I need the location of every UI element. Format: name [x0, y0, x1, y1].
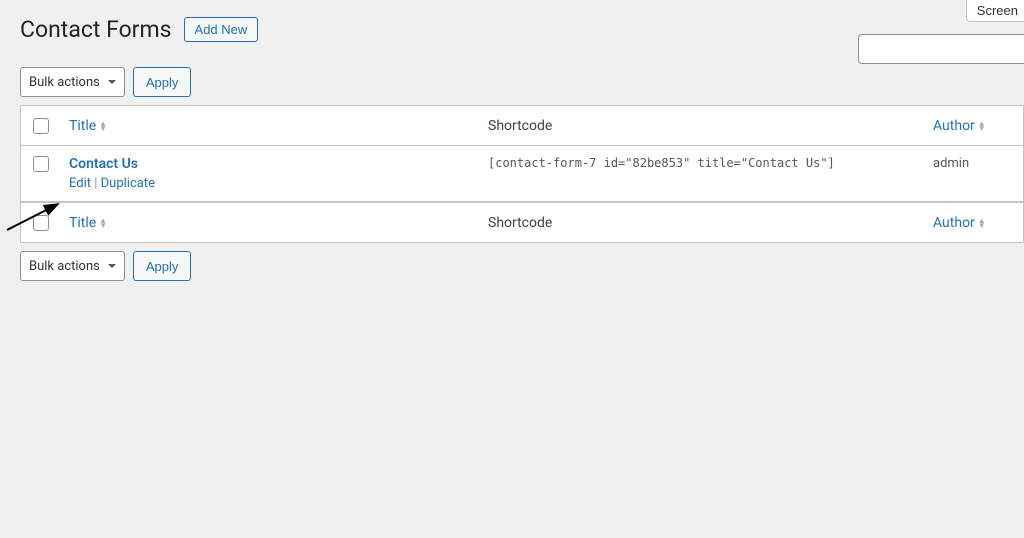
- edit-link[interactable]: Edit: [69, 176, 91, 191]
- forms-table: Title ▲▼ Shortcode Author ▲▼ Contact Us …: [20, 105, 1024, 243]
- column-title[interactable]: Title ▲▼: [69, 118, 488, 134]
- bulk-actions-select[interactable]: Bulk actions: [20, 67, 125, 97]
- column-author-label: Author: [933, 118, 975, 134]
- separator: |: [91, 176, 101, 191]
- author-link[interactable]: admin: [933, 156, 969, 171]
- select-all-checkbox-footer[interactable]: [33, 215, 49, 231]
- column-author-label: Author: [933, 215, 975, 231]
- sort-icon: ▲▼: [978, 121, 986, 131]
- page-title: Contact Forms: [20, 16, 172, 43]
- column-author[interactable]: Author ▲▼: [933, 118, 1013, 134]
- bulk-actions-select-bottom[interactable]: Bulk actions: [20, 251, 125, 281]
- column-author-footer[interactable]: Author ▲▼: [933, 215, 1013, 231]
- shortcode-text[interactable]: [contact-form-7 id="82be853" title="Cont…: [488, 156, 835, 170]
- table-row: Contact Us Edit | Duplicate [contact-for…: [21, 146, 1023, 202]
- form-title-link[interactable]: Contact Us: [69, 156, 488, 172]
- column-title-footer[interactable]: Title ▲▼: [69, 215, 488, 231]
- select-all-checkbox[interactable]: [33, 118, 49, 134]
- add-new-button[interactable]: Add New: [184, 17, 259, 42]
- column-shortcode: Shortcode: [488, 118, 933, 134]
- row-checkbox[interactable]: [33, 156, 49, 172]
- screen-options-button[interactable]: Screen: [966, 0, 1024, 22]
- sort-icon: ▲▼: [99, 121, 107, 131]
- apply-button[interactable]: Apply: [133, 67, 192, 97]
- duplicate-link[interactable]: Duplicate: [101, 176, 155, 191]
- apply-button-bottom[interactable]: Apply: [133, 251, 192, 281]
- column-title-label: Title: [69, 118, 96, 134]
- sort-icon: ▲▼: [978, 218, 986, 228]
- column-title-label: Title: [69, 215, 96, 231]
- sort-icon: ▲▼: [99, 218, 107, 228]
- column-shortcode-footer: Shortcode: [488, 215, 933, 231]
- search-input[interactable]: [858, 34, 1024, 64]
